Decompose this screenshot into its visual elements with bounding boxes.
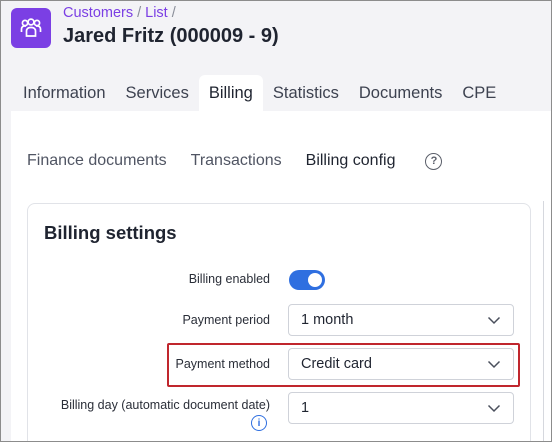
breadcrumb-separator: / xyxy=(137,5,142,21)
main-tabs: Information Services Billing Statistics … xyxy=(13,75,506,111)
payment-period-value: 1 month xyxy=(301,312,354,328)
billing-day-label: Billing day (automatic document date) xyxy=(60,398,270,412)
billing-settings-title: Billing settings xyxy=(44,222,177,243)
chevron-down-icon xyxy=(487,316,501,325)
billing-content: Finance documents Transactions Billing c… xyxy=(11,111,551,441)
tab-documents[interactable]: Documents xyxy=(349,75,452,111)
billing-subtabs: Finance documents Transactions Billing c… xyxy=(27,152,443,170)
tab-billing[interactable]: Billing xyxy=(198,75,263,111)
page-header: Customers / List / Jared Fritz (000009 - 9) xyxy=(1,1,551,73)
chevron-down-icon xyxy=(487,360,501,369)
subtab-transactions[interactable]: Transactions xyxy=(191,152,282,170)
subtab-finance-documents[interactable]: Finance documents xyxy=(27,152,167,170)
tab-cpe[interactable]: CPE xyxy=(452,75,506,111)
breadcrumb-list[interactable]: List xyxy=(145,5,168,21)
breadcrumb: Customers / List / xyxy=(63,5,180,21)
payment-method-value: Credit card xyxy=(301,356,372,372)
tab-services[interactable]: Services xyxy=(116,75,199,111)
billing-enabled-label: Billing enabled xyxy=(188,272,270,286)
tab-statistics[interactable]: Statistics xyxy=(263,75,349,111)
toggle-knob xyxy=(308,273,322,287)
payment-period-label: Payment period xyxy=(182,313,270,327)
side-panel-edge xyxy=(543,201,551,441)
billing-enabled-row: Billing enabled xyxy=(28,263,532,295)
app-window: Customers / List / Jared Fritz (000009 - 9)… xyxy=(0,0,552,442)
tab-information[interactable]: Information xyxy=(13,75,116,111)
help-icon[interactable]: ? xyxy=(425,152,443,170)
breadcrumb-separator: / xyxy=(171,5,176,21)
info-icon[interactable]: i xyxy=(251,415,267,431)
billing-day-value: 1 xyxy=(301,400,310,416)
customers-icon[interactable] xyxy=(11,8,51,48)
payment-period-select[interactable]: 1 month xyxy=(288,304,514,336)
payment-method-select[interactable]: Credit card xyxy=(288,348,514,380)
payment-method-row: Payment method Credit card xyxy=(28,348,532,380)
payment-period-row: Payment period 1 month xyxy=(28,304,532,336)
billing-day-row: Billing day (automatic document date) 1 xyxy=(28,392,532,424)
page-title: Jared Fritz (000009 - 9) xyxy=(63,25,279,47)
billing-enabled-toggle[interactable] xyxy=(289,270,325,290)
chevron-down-icon xyxy=(487,404,501,413)
breadcrumb-customers[interactable]: Customers xyxy=(63,5,133,21)
people-group-icon xyxy=(20,18,42,37)
billing-settings-card: Billing settings Billing enabled Payment… xyxy=(27,203,532,441)
subtab-billing-config[interactable]: Billing config xyxy=(306,152,396,170)
billing-day-select[interactable]: 1 xyxy=(288,392,514,424)
payment-method-label: Payment method xyxy=(175,357,271,371)
